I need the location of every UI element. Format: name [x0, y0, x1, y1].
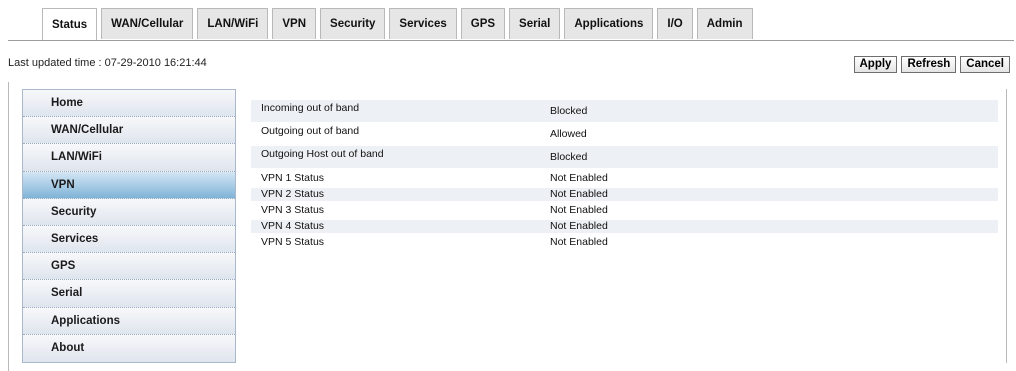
table-row: Incoming out of band Blocked [251, 100, 998, 122]
sidebar-item-home[interactable]: Home [23, 90, 235, 118]
cancel-button[interactable]: Cancel [960, 56, 1010, 73]
tab-status[interactable]: Status [42, 8, 98, 41]
row-label: VPN 1 Status [261, 172, 325, 184]
row-label: VPN 5 Status [261, 236, 325, 248]
row-label: Outgoing out of band [261, 125, 360, 137]
row-label: Outgoing Host out of band [261, 148, 384, 160]
tab-io[interactable]: I/O [657, 8, 693, 39]
table-row: VPN 5 Status Not Enabled [251, 236, 998, 249]
page-border [8, 82, 9, 371]
row-label: Incoming out of band [261, 102, 360, 114]
table-row: Outgoing Host out of band Blocked [251, 146, 998, 168]
action-buttons: Apply Refresh Cancel [853, 56, 1010, 73]
table-row: VPN 4 Status Not Enabled [251, 220, 998, 233]
row-value: Not Enabled [550, 220, 608, 232]
row-value: Not Enabled [550, 204, 608, 216]
row-value: Blocked [550, 105, 588, 117]
sidebar-item-services[interactable]: Services [23, 225, 235, 254]
vpn-status-table: Incoming out of band Blocked Outgoing ou… [251, 100, 998, 249]
refresh-button[interactable]: Refresh [901, 56, 957, 73]
table-row: VPN 2 Status Not Enabled [251, 188, 998, 201]
row-label: VPN 4 Status [261, 220, 325, 232]
sidebar-item-about[interactable]: About [23, 334, 235, 362]
tab-wan-cellular[interactable]: WAN/Cellular [101, 8, 194, 39]
tab-divider [8, 40, 1014, 41]
tab-serial[interactable]: Serial [509, 8, 561, 39]
sidebar-item-vpn[interactable]: VPN [23, 171, 235, 199]
apply-button[interactable]: Apply [853, 56, 898, 73]
row-value: Not Enabled [550, 236, 608, 248]
last-updated-text: Last updated time : 07-29-2010 16:21:44 [8, 57, 207, 69]
sidebar-item-lan-wifi[interactable]: LAN/WiFi [23, 144, 235, 172]
row-value: Not Enabled [550, 172, 608, 184]
tab-services[interactable]: Services [389, 8, 457, 39]
row-value: Allowed [550, 128, 587, 140]
row-label: VPN 3 Status [261, 204, 325, 216]
table-row: VPN 3 Status Not Enabled [251, 204, 998, 217]
tab-applications[interactable]: Applications [564, 8, 654, 39]
table-row: Outgoing out of band Allowed [251, 123, 998, 145]
sidebar-item-wan-cellular[interactable]: WAN/Cellular [23, 117, 235, 145]
tab-vpn[interactable]: VPN [272, 8, 317, 39]
sidebar-item-serial[interactable]: Serial [23, 280, 235, 308]
sidebar-item-applications[interactable]: Applications [23, 307, 235, 335]
tab-admin[interactable]: Admin [696, 8, 753, 39]
tab-gps[interactable]: GPS [460, 8, 506, 39]
sidebar: Home WAN/Cellular LAN/WiFi VPN Security … [22, 89, 236, 363]
table-row: VPN 1 Status Not Enabled [251, 172, 998, 185]
tab-lan-wifi[interactable]: LAN/WiFi [197, 8, 269, 39]
tab-security[interactable]: Security [320, 8, 386, 39]
vpn-status-panel: Incoming out of band Blocked Outgoing ou… [237, 89, 1007, 363]
row-label: VPN 2 Status [261, 188, 325, 200]
sidebar-item-security[interactable]: Security [23, 198, 235, 226]
row-value: Not Enabled [550, 188, 608, 200]
row-value: Blocked [550, 151, 588, 163]
sidebar-item-gps[interactable]: GPS [23, 253, 235, 281]
top-nav-tabs: Status WAN/Cellular LAN/WiFi VPN Securit… [42, 8, 757, 41]
